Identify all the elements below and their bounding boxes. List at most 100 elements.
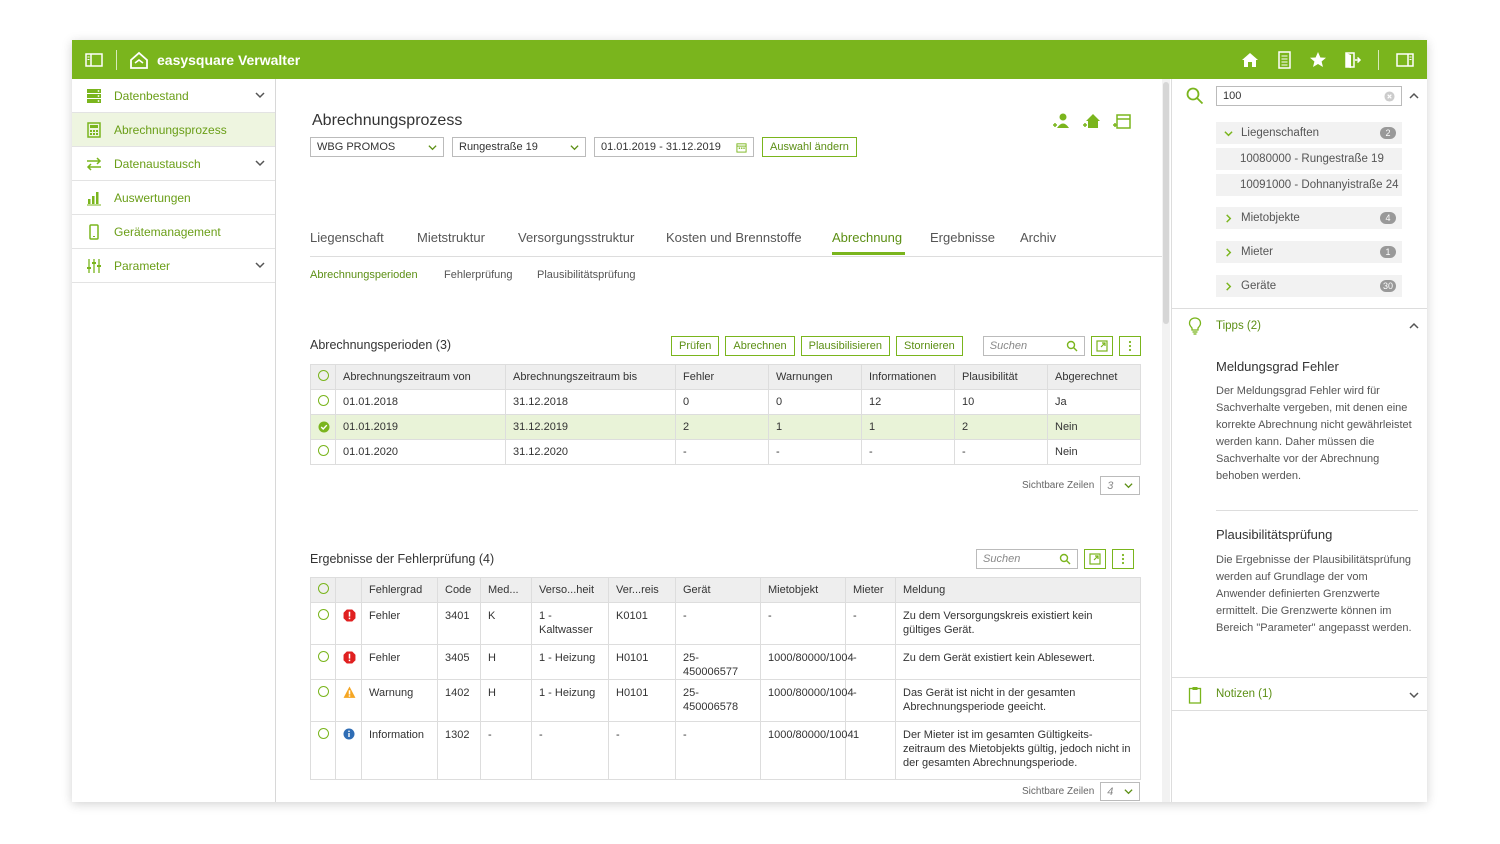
chevron-up-icon[interactable] [1409, 321, 1419, 331]
property-select[interactable]: Rungestraße 19 [452, 137, 586, 157]
tree-node-mietobjekte[interactable]: Mietobjekte 4 [1216, 207, 1402, 229]
sidebar-toggle-icon[interactable] [84, 50, 104, 70]
document-list-icon[interactable] [1274, 50, 1294, 70]
periods-expand-button[interactable] [1090, 336, 1113, 356]
column-header[interactable]: Abrechnungszeitraum bis [505, 364, 676, 390]
sidebar-item-abrechnungsprozess[interactable]: Abrechnungsprozess [72, 113, 275, 147]
select-all-cell[interactable] [310, 577, 336, 603]
errors-search-input[interactable]: Suchen [976, 549, 1078, 569]
subtab-abrechnungsperioden[interactable]: Abrechnungsperioden [310, 269, 418, 281]
search-icon[interactable] [1186, 87, 1204, 105]
row-radio[interactable] [318, 395, 329, 406]
column-header[interactable]: Fehler [675, 364, 769, 390]
row-radio[interactable] [318, 686, 329, 697]
add-person-icon[interactable] [1052, 111, 1072, 131]
stornieren-button[interactable]: Stornieren [896, 336, 963, 356]
pruefen-button[interactable]: Prüfen [671, 336, 720, 356]
sidebar-item-datenbestand[interactable]: Datenbestand [72, 79, 275, 113]
errors-more-button[interactable] [1112, 549, 1134, 569]
column-header[interactable]: Med... [480, 577, 532, 603]
subtab-fehlerpruefung[interactable]: Fehlerprüfung [444, 269, 513, 281]
row-radio[interactable] [318, 445, 329, 456]
sidebar-item-geraetemanagement[interactable]: Gerätemanagement [72, 215, 275, 249]
column-header[interactable]: Ver...reis [608, 577, 676, 603]
column-header[interactable]: Verso...heit [531, 577, 609, 603]
table-row[interactable]: 01.01.2020 31.12.2020 - - - - Nein [310, 439, 1141, 465]
calendar-icon[interactable] [736, 142, 747, 153]
tab-abrechnung[interactable]: Abrechnung [832, 230, 902, 245]
select-all-radio[interactable] [318, 583, 329, 594]
clear-icon[interactable] [1384, 91, 1395, 102]
select-all-cell[interactable] [310, 364, 336, 390]
chevron-down-icon[interactable] [255, 158, 265, 168]
tab-archiv[interactable]: Archiv [1020, 230, 1056, 245]
table-row[interactable]: Fehler 3401 K 1 - Kaltwasser K0101 - - -… [310, 602, 1141, 645]
visible-rows-value: 3 [1107, 479, 1114, 492]
select-all-radio[interactable] [318, 370, 329, 381]
chevron-up-icon[interactable] [1409, 91, 1419, 101]
visible-rows-select[interactable]: 4 [1100, 782, 1141, 801]
tree-node-geraete[interactable]: Geräte 30 [1216, 275, 1402, 297]
tree-leaf-property[interactable]: 10080000 - Rungestraße 19 [1216, 148, 1402, 170]
column-header[interactable]: Abgerechnet [1047, 364, 1141, 390]
main-scrollbar-thumb[interactable] [1163, 82, 1169, 324]
tab-ergebnisse[interactable]: Ergebnisse [930, 230, 995, 245]
column-header[interactable]: Abrechnungszeitraum von [335, 364, 506, 390]
subtab-plausibilitaetspruefung[interactable]: Plausibilitätsprüfung [537, 269, 635, 281]
chevron-down-icon[interactable] [1409, 690, 1419, 700]
tab-liegenschaft[interactable]: Liegenschaft [310, 230, 384, 245]
period-date-range-input[interactable]: 01.01.2019 - 31.12.2019 [594, 137, 754, 157]
errors-toolbar: Suchen [976, 549, 1134, 569]
sidebar-item-auswertungen[interactable]: Auswertungen [72, 181, 275, 215]
panel-search-input[interactable]: 100 [1216, 86, 1402, 106]
row-radio[interactable] [318, 609, 329, 620]
table-row[interactable]: Fehler 3405 H 1 - Heizung H0101 25-45000… [310, 644, 1141, 680]
column-header[interactable]: Warnungen [768, 364, 862, 390]
table-cell: 2 [675, 414, 769, 440]
tips-section-header[interactable]: Tipps (2) [1172, 308, 1427, 342]
column-header[interactable]: Meldung [895, 577, 1141, 603]
periods-more-button[interactable] [1118, 336, 1141, 356]
tree-node-liegenschaften[interactable]: Liegenschaften 2 [1216, 122, 1402, 144]
periods-search-input[interactable]: Suchen [982, 336, 1085, 356]
add-calendar-icon[interactable] [1112, 111, 1132, 131]
right-panel-toggle-icon[interactable] [1395, 50, 1415, 70]
column-header[interactable]: Fehlergrad [361, 577, 438, 603]
tree-leaf-property[interactable]: 10091000 - Dohnanyistraße 24 [1216, 174, 1402, 196]
search-icon[interactable] [1066, 340, 1078, 352]
column-header[interactable]: Code [437, 577, 481, 603]
column-header[interactable]: Gerät [675, 577, 761, 603]
tree-node-mieter[interactable]: Mieter 1 [1216, 241, 1402, 263]
errors-expand-button[interactable] [1084, 549, 1106, 569]
abrechnen-button[interactable]: Abrechnen [725, 336, 795, 356]
notes-section-header[interactable]: Notizen (1) [1172, 677, 1427, 711]
home-icon[interactable] [1240, 50, 1260, 70]
visible-rows-select[interactable]: 3 [1100, 476, 1141, 495]
sidebar-item-parameter[interactable]: Parameter [72, 249, 275, 283]
tab-versorgungsstruktur[interactable]: Versorgungsstruktur [518, 230, 634, 245]
tab-kosten-und-brennstoffe[interactable]: Kosten und Brennstoffe [666, 230, 802, 245]
column-header[interactable]: Mieter [845, 577, 896, 603]
table-row[interactable]: 01.01.2018 31.12.2018 0 0 12 10 Ja [310, 389, 1141, 415]
check-circle-icon[interactable] [318, 421, 330, 433]
add-house-icon[interactable] [1082, 111, 1102, 131]
column-header[interactable]: Plausibilität [954, 364, 1048, 390]
column-header[interactable]: Mietobjekt [760, 577, 846, 603]
change-selection-button[interactable]: Auswahl ändern [762, 137, 857, 157]
company-select[interactable]: WBG PROMOS [310, 137, 444, 157]
tab-mietstruktur[interactable]: Mietstruktur [417, 230, 485, 245]
star-icon[interactable] [1308, 50, 1328, 70]
table-row[interactable]: Warnung 1402 H 1 - Heizung H0101 25-4500… [310, 679, 1141, 722]
logout-icon[interactable] [1342, 50, 1362, 70]
error-octagon-icon [343, 609, 356, 622]
table-row[interactable]: Information 1302 - - - - 1000/80000/1004… [310, 721, 1141, 780]
chevron-down-icon[interactable] [255, 90, 265, 100]
sidebar-item-datenaustausch[interactable]: Datenaustausch [72, 147, 275, 181]
column-header[interactable]: Informationen [861, 364, 955, 390]
search-icon[interactable] [1059, 553, 1071, 565]
table-row-selected[interactable]: 01.01.2019 31.12.2019 2 1 1 2 Nein [310, 414, 1141, 440]
chevron-down-icon[interactable] [255, 260, 265, 270]
row-radio[interactable] [318, 728, 329, 739]
row-radio[interactable] [318, 651, 329, 662]
plausibilisieren-button[interactable]: Plausibilisieren [800, 336, 891, 356]
